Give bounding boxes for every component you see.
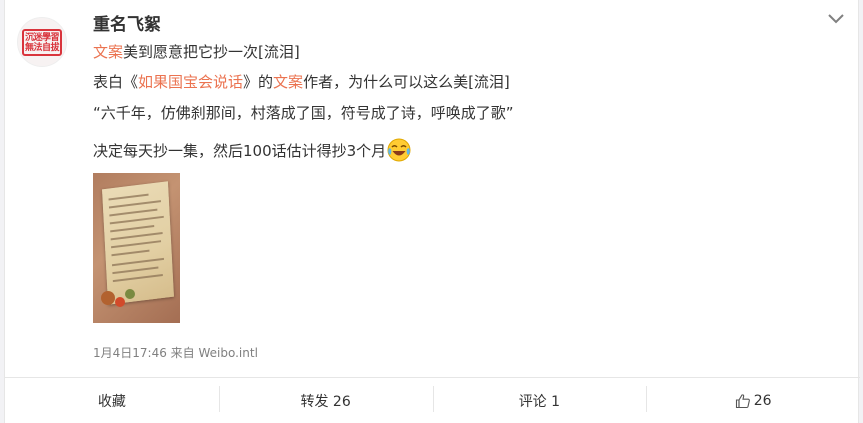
topic-link-guobao[interactable]: 如果国宝会说话 xyxy=(138,73,243,91)
like-count: 26 xyxy=(753,392,772,409)
thumbs-up-icon xyxy=(735,393,750,408)
topic-link-wenan[interactable]: 文案 xyxy=(93,43,123,61)
repost-button[interactable]: 转发 26 xyxy=(218,378,433,423)
weibo-post-card: 沉迷學習 無法自拔 重名飞絮 文案美到愿意把它抄一次[流泪] 表白《如果国宝会说… xyxy=(4,0,860,423)
like-button[interactable]: 26 xyxy=(646,378,860,423)
post-text: 美到愿意把它抄一次[流泪] xyxy=(123,43,300,61)
chevron-down-icon[interactable] xyxy=(826,12,846,26)
post-text-line-1: 文案美到愿意把它抄一次[流泪] xyxy=(93,41,300,63)
post-text: 表白《 xyxy=(93,73,139,91)
post-text-line-2: 表白《如果国宝会说话》的文案作者，为什么可以这么美[流泪] xyxy=(93,71,510,93)
username[interactable]: 重名飞絮 xyxy=(93,10,161,35)
comment-button[interactable]: 评论 1 xyxy=(432,378,647,423)
avatar-text-1: 沉迷學習 xyxy=(24,32,60,43)
avatar-stamp: 沉迷學習 無法自拔 xyxy=(22,29,62,56)
action-toolbar: 收藏 转发 26 评论 1 26 xyxy=(5,377,860,423)
repost-label: 转发 26 xyxy=(300,393,351,410)
favorite-label: 收藏 xyxy=(97,393,126,410)
comment-label: 评论 1 xyxy=(518,393,561,410)
post-text: 决定每天抄一集，然后100话估计得抄3个月 xyxy=(93,142,387,160)
post-image[interactable] xyxy=(93,173,180,323)
notebook-page xyxy=(102,181,174,305)
avatar-text-2: 無法自拔 xyxy=(24,42,60,53)
favorite-button[interactable]: 收藏 xyxy=(5,378,219,423)
laugh-cry-emoji-icon xyxy=(387,138,411,162)
post-text: 》的 xyxy=(243,73,274,91)
post-meta: 1月4日17:46 来自 Weibo.intl xyxy=(93,346,258,360)
avatar[interactable]: 沉迷學習 無法自拔 xyxy=(17,17,67,67)
post-text: 作者，为什么可以这么美[流泪] xyxy=(303,73,510,91)
topic-link-wenan-2[interactable]: 文案 xyxy=(273,73,303,91)
post-text-line-4: 决定每天抄一集，然后100话估计得抄3个月 xyxy=(93,138,411,162)
post-text-line-3: “六千年，仿佛刹那间，村落成了国，符号成了诗，呼唤成了歌” xyxy=(93,104,514,122)
